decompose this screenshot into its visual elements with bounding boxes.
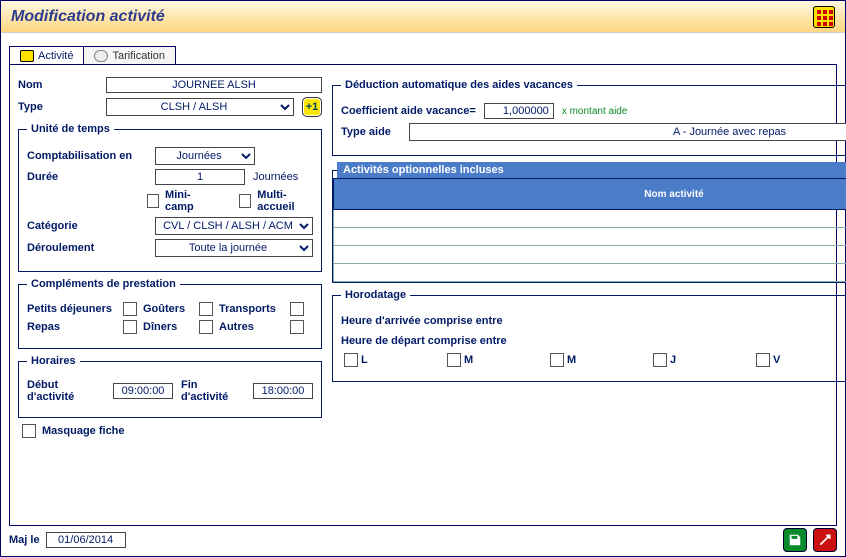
table-row[interactable] — [334, 228, 846, 246]
compta-label: Comptabilisation en — [27, 150, 147, 162]
tab-row: Activité Tarification — [9, 41, 837, 65]
deduction-legend: Déduction automatique des aides vacances — [341, 79, 577, 91]
multi-label: Multi-accueil — [257, 189, 313, 213]
tarif-icon — [94, 50, 108, 62]
day-M1-checkbox[interactable] — [447, 353, 461, 367]
optionnelles-table: Nom activité Durée minutes — [333, 178, 846, 282]
tab-tarification-label: Tarification — [112, 50, 165, 62]
day-V-checkbox[interactable] — [756, 353, 770, 367]
categorie-select[interactable]: CVL / CLSH / ALSH / ACM — [155, 217, 313, 235]
tab-activite-label: Activité — [38, 50, 73, 62]
day-J-label: J — [670, 354, 750, 366]
day-L-label: L — [361, 354, 441, 366]
add-type-button[interactable]: +1 — [302, 97, 322, 117]
fin-input[interactable] — [253, 383, 313, 399]
xmontant-label: x montant aide — [562, 106, 628, 117]
masquage-checkbox[interactable] — [22, 424, 36, 438]
autres-label: Autres — [219, 321, 284, 333]
table-row[interactable] — [334, 210, 846, 228]
optionnelles-legend: Activités optionnelles incluses — [337, 162, 846, 178]
day-L-checkbox[interactable] — [344, 353, 358, 367]
compta-select[interactable]: Journées — [155, 147, 255, 165]
typeaide-label: Type aide — [341, 126, 401, 138]
petits-label: Petits déjeuners — [27, 303, 117, 315]
repas-label: Repas — [27, 321, 117, 333]
transports-checkbox[interactable] — [290, 302, 304, 316]
footer: Maj le — [9, 528, 837, 552]
complements-legend: Compléments de prestation — [27, 278, 180, 290]
arrivee-label: Heure d'arrivée comprise entre — [341, 315, 846, 327]
tab-activite[interactable]: Activité — [9, 46, 84, 65]
typeaide-select[interactable]: A - Journée avec repas — [409, 123, 846, 141]
day-M1-label: M — [464, 354, 544, 366]
app-icon — [813, 6, 835, 28]
save-button[interactable] — [783, 528, 807, 552]
type-label: Type — [18, 101, 98, 113]
minicamp-checkbox[interactable] — [147, 194, 159, 208]
multi-checkbox[interactable] — [239, 194, 251, 208]
minicamp-label: Mini-camp — [165, 189, 211, 213]
tab-pane: Nom Type CLSH / ALSH +1 Unité de temps — [9, 64, 837, 526]
repas-checkbox[interactable] — [123, 320, 137, 334]
right-column: Déduction automatique des aides vacances… — [332, 73, 846, 442]
coef-label: Coefficient aide vacance= — [341, 105, 476, 117]
window-title: Modification activité — [11, 8, 165, 26]
floppy-icon — [788, 533, 802, 547]
tab-tarification[interactable]: Tarification — [83, 46, 176, 65]
close-arrow-icon — [818, 533, 832, 547]
debut-label: Début d'activité — [27, 379, 105, 403]
transports-label: Transports — [219, 303, 284, 315]
coef-input[interactable] — [484, 103, 554, 119]
diners-checkbox[interactable] — [199, 320, 213, 334]
nom-input[interactable] — [106, 77, 322, 93]
deroul-select[interactable]: Toute la journée — [155, 239, 313, 257]
optionnelles-fieldset: Activités optionnelles incluses Nom acti… — [332, 162, 846, 283]
body: Activité Tarification Nom Type — [9, 41, 837, 526]
autres-checkbox[interactable] — [290, 320, 304, 334]
deroul-label: Déroulement — [27, 242, 147, 254]
duree-input[interactable] — [155, 169, 245, 185]
titlebar: Modification activité — [1, 1, 845, 33]
close-button[interactable] — [813, 528, 837, 552]
col-nom-header: Nom activité — [334, 179, 846, 210]
unite-fieldset: Unité de temps Comptabilisation en Journ… — [18, 123, 322, 272]
window: Modification activité Activité Tarificat… — [0, 0, 846, 557]
day-M2-label: M — [567, 354, 647, 366]
gouters-checkbox[interactable] — [199, 302, 213, 316]
duree-label: Durée — [27, 171, 147, 183]
depart-label: Heure de départ comprise entre — [341, 335, 846, 347]
debut-input[interactable] — [113, 383, 173, 399]
unite-legend: Unité de temps — [27, 123, 114, 135]
horodatage-legend: Horodatage — [341, 289, 410, 301]
table-row[interactable] — [334, 246, 846, 264]
fin-label: Fin d'activité — [181, 379, 245, 403]
nom-label: Nom — [18, 79, 98, 91]
day-V-label: V — [773, 354, 846, 366]
duree-unit: Journées — [253, 171, 298, 183]
left-column: Nom Type CLSH / ALSH +1 Unité de temps — [18, 73, 322, 442]
complements-fieldset: Compléments de prestation Petits déjeune… — [18, 278, 322, 349]
diners-label: Dîners — [143, 321, 193, 333]
dice-icon — [20, 50, 34, 62]
day-M2-checkbox[interactable] — [550, 353, 564, 367]
categorie-label: Catégorie — [27, 220, 147, 232]
horaires-fieldset: Horaires Début d'activité Fin d'activité — [18, 355, 322, 418]
horodatage-fieldset: Horodatage Heure d'arrivée comprise entr… — [332, 289, 846, 382]
horaires-legend: Horaires — [27, 355, 80, 367]
masquage-label: Masquage fiche — [42, 425, 125, 437]
maj-input[interactable] — [46, 532, 126, 548]
type-select[interactable]: CLSH / ALSH — [106, 98, 294, 116]
day-J-checkbox[interactable] — [653, 353, 667, 367]
petits-checkbox[interactable] — [123, 302, 137, 316]
gouters-label: Goûters — [143, 303, 193, 315]
table-row[interactable] — [334, 264, 846, 282]
maj-label: Maj le — [9, 534, 40, 546]
deduction-fieldset: Déduction automatique des aides vacances… — [332, 79, 846, 156]
